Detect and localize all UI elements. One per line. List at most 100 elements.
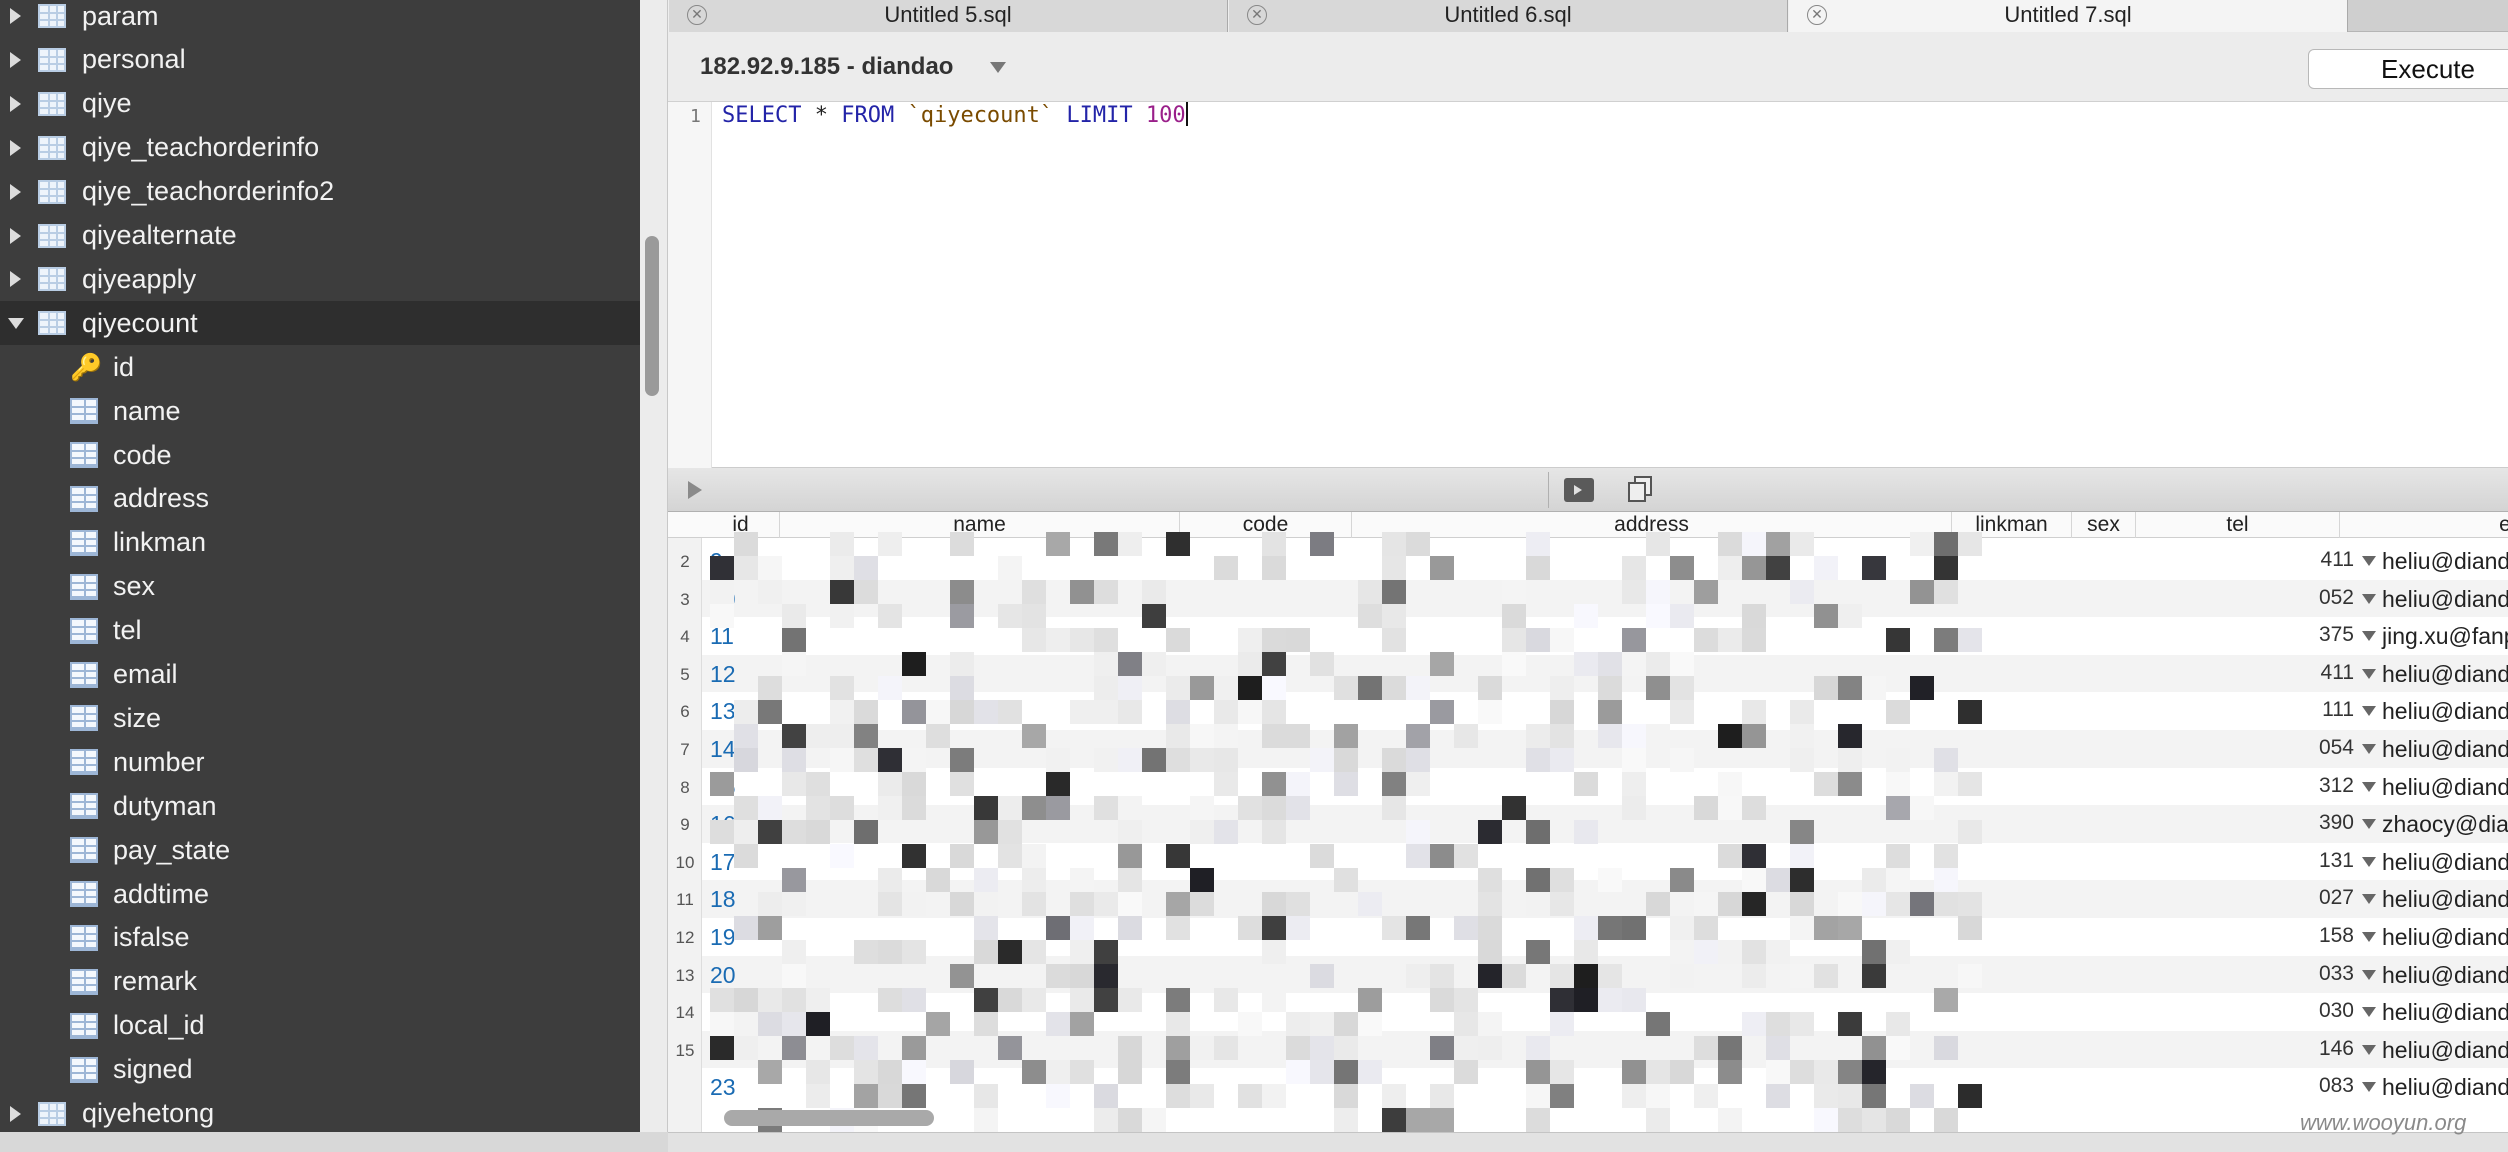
chevron-down-icon[interactable] <box>2362 969 2376 980</box>
cell-email[interactable]: heliu@diandao <box>2382 548 2508 575</box>
sidebar-table-item[interactable]: qiye_teachorderinfo2 <box>0 170 640 214</box>
execute-button[interactable]: Execute <box>2308 49 2508 89</box>
sidebar-table-item[interactable]: qiyealternate <box>0 214 640 258</box>
chevron-down-icon[interactable] <box>2362 706 2376 717</box>
cell-id[interactable]: 15 <box>710 774 736 801</box>
disclosure-closed-icon[interactable] <box>10 183 21 200</box>
disclosure-closed-icon[interactable] <box>10 1105 21 1122</box>
sidebar-scrollbar[interactable] <box>645 236 659 396</box>
cell-email[interactable]: heliu@diandao <box>2382 886 2508 913</box>
sidebar-table-item[interactable]: qiyeapply <box>0 257 640 301</box>
chevron-down-icon[interactable] <box>2362 668 2376 679</box>
cell-id[interactable]: 14 <box>710 736 736 763</box>
sidebar-column-item[interactable]: name <box>0 389 640 433</box>
table-row[interactable]: 11 18 027 heliu@diandao <box>676 880 2508 918</box>
table-row[interactable]: 5 12 411 heliu@diandao <box>680 654 2508 693</box>
chevron-down-icon[interactable] <box>2362 781 2376 792</box>
results-grid[interactable]: id name code address linkman sex tel ema… <box>668 512 2508 1132</box>
sidebar-table-item[interactable]: qiyehetong <box>0 1092 640 1136</box>
sidebar-column-item[interactable]: tel <box>0 609 640 653</box>
column-header-code[interactable]: code <box>1180 512 1352 538</box>
table-row[interactable]: 23 083 heliu@diandao <box>702 1068 2508 1106</box>
cell-email[interactable]: heliu@diandao <box>2382 736 2508 763</box>
column-header-name[interactable]: name <box>780 512 1180 538</box>
cell-id[interactable]: 12 <box>710 661 736 688</box>
sidebar-column-item[interactable]: sex <box>0 565 640 609</box>
cell-tel[interactable]: 146 <box>2268 1037 2354 1061</box>
cell-email[interactable]: heliu@diandao <box>2382 924 2508 951</box>
disclosure-closed-icon[interactable] <box>10 271 21 288</box>
cell-email[interactable]: heliu@diandao <box>2382 586 2508 613</box>
cell-tel[interactable]: 411 <box>2268 548 2354 572</box>
sidebar-column-item[interactable]: isfalse <box>0 916 640 960</box>
table-row[interactable]: 8 15 312 heliu@diandao <box>680 768 2508 806</box>
disclosure-closed-icon[interactable] <box>10 8 21 24</box>
cell-tel[interactable]: 054 <box>2268 736 2354 760</box>
table-row[interactable]: 15 22 146 heliu@diandao <box>676 1030 2508 1069</box>
tab-untitled-7[interactable]: ✕ Untitled 7.sql <box>1788 0 2348 32</box>
table-row[interactable]: 10 17 131 heliu@diandao <box>676 843 2508 881</box>
column-header-id[interactable]: id <box>702 512 780 538</box>
sidebar-column-item[interactable]: address <box>0 477 640 521</box>
cell-tel[interactable]: 027 <box>2268 886 2354 910</box>
disclosure-closed-icon[interactable] <box>10 139 21 156</box>
cell-id[interactable]: 11 <box>710 623 734 650</box>
table-row[interactable]: 4 11 375 jing.xu@fanplu <box>680 617 2508 655</box>
chevron-down-icon[interactable] <box>2362 744 2376 754</box>
cell-tel[interactable]: 158 <box>2268 924 2354 948</box>
column-header-email[interactable]: ema <box>2340 512 2508 538</box>
cell-email[interactable]: heliu@diandao <box>2382 962 2508 989</box>
disclosure-closed-icon[interactable] <box>10 51 21 68</box>
cell-id[interactable]: 10 <box>710 586 736 613</box>
chevron-down-icon[interactable] <box>2362 1007 2376 1018</box>
cell-email[interactable]: heliu@diandao <box>2382 698 2508 725</box>
chevron-down-icon[interactable] <box>990 62 1006 73</box>
sidebar-table-item[interactable]: qiye <box>0 82 640 126</box>
sidebar-column-item[interactable]: pay_state <box>0 828 640 872</box>
chevron-down-icon[interactable] <box>2362 1082 2376 1093</box>
table-row[interactable]: 6 13 111 heliu@diandao <box>680 692 2508 730</box>
chevron-down-icon[interactable] <box>2362 1044 2376 1055</box>
table-row[interactable]: 13 20 033 heliu@diandao <box>676 955 2508 994</box>
chevron-down-icon[interactable] <box>2362 856 2376 867</box>
cell-id[interactable]: 20 <box>710 962 736 989</box>
cell-email[interactable]: heliu@diandao <box>2382 774 2508 801</box>
disclosure-closed-icon[interactable] <box>10 227 21 244</box>
column-header-sex[interactable]: sex <box>2072 512 2136 538</box>
cell-id[interactable]: 22 <box>710 1037 736 1064</box>
column-header-linkman[interactable]: linkman <box>1952 512 2072 538</box>
cell-email[interactable]: heliu@diandao <box>2382 1037 2508 1064</box>
sidebar-column-item[interactable]: number <box>0 740 640 784</box>
copy-icon[interactable] <box>1628 476 1654 504</box>
chevron-down-icon[interactable] <box>2362 932 2376 942</box>
sidebar-column-item[interactable]: linkman <box>0 521 640 565</box>
sidebar-table-item[interactable]: qiyecount <box>0 301 640 346</box>
cell-id[interactable]: 9 <box>710 548 723 575</box>
sidebar-column-item[interactable]: signed <box>0 1048 640 1092</box>
sidebar-divider[interactable] <box>640 0 668 1152</box>
cell-tel[interactable]: 111 <box>2268 698 2354 722</box>
table-row[interactable]: 2 9 411 heliu@diandao <box>680 542 2508 580</box>
horizontal-scrollbar[interactable] <box>724 1110 934 1126</box>
tab-untitled-6[interactable]: ✕ Untitled 6.sql <box>1228 0 1788 32</box>
sql-editor[interactable]: 1 SELECT * FROM `qiyecount` LIMIT 100 <box>668 102 2508 468</box>
cell-email[interactable]: heliu@diandao <box>2382 661 2508 688</box>
connection-label[interactable]: 182.92.9.185 - diandao <box>700 53 953 81</box>
tab-untitled-5[interactable]: ✕ Untitled 5.sql <box>668 0 1228 32</box>
cell-tel[interactable]: 030 <box>2268 999 2354 1023</box>
cell-tel[interactable]: 411 <box>2268 661 2354 685</box>
cell-id[interactable]: 18 <box>710 886 736 913</box>
open-folder-icon[interactable] <box>1564 478 1594 502</box>
cell-tel[interactable]: 033 <box>2268 962 2354 986</box>
sidebar-table-item[interactable]: qiye_teachorderinfo <box>0 126 640 170</box>
cell-email[interactable]: jing.xu@fanplu <box>2382 623 2508 650</box>
play-icon[interactable] <box>688 481 702 499</box>
sidebar-column-item[interactable]: 🔑 id <box>0 345 640 389</box>
cell-tel[interactable]: 375 <box>2268 623 2354 647</box>
cell-email[interactable]: zhaocy@diand <box>2382 811 2508 838</box>
sidebar-column-item[interactable]: remark <box>0 960 640 1004</box>
sidebar-column-item[interactable]: code <box>0 433 640 477</box>
cell-id[interactable]: 19 <box>710 924 736 951</box>
disclosure-open-icon[interactable] <box>8 317 24 329</box>
sql-code[interactable]: SELECT * FROM `qiyecount` LIMIT 100 <box>722 102 1188 130</box>
